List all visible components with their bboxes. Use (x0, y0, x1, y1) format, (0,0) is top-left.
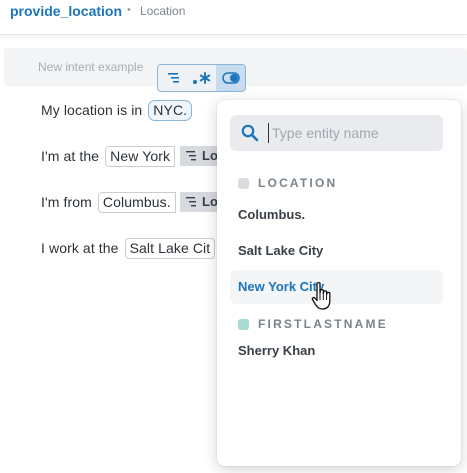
entity-picker-popup: LOCATION Columbus. Salt Lake City New Yo… (217, 100, 461, 466)
search-icon (241, 124, 259, 142)
entity-chip[interactable]: Salt Lake Cit (124, 238, 216, 259)
entity-tag-label: Lo (202, 148, 218, 163)
list-icon (186, 197, 196, 207)
breadcrumb[interactable]: Location (140, 4, 185, 18)
entity-option[interactable]: Sherry Khan (230, 334, 443, 368)
example-text: I'm at the (41, 148, 100, 164)
entity-tag-label: Lo (202, 194, 218, 209)
example-sentence[interactable]: I'm from Columbus. (41, 192, 176, 213)
entity-option[interactable]: Salt Lake City (230, 234, 443, 268)
hand-pointer-icon (311, 281, 331, 310)
location-color-swatch (238, 178, 249, 189)
toggle-icon (222, 72, 240, 84)
regex-annotation-button[interactable] (187, 65, 216, 91)
example-sentence[interactable]: I'm at the New York (41, 146, 176, 167)
entity-tag[interactable]: Lo (180, 192, 220, 212)
entity-tag[interactable]: Lo (180, 146, 220, 166)
entity-option[interactable]: New York City (230, 270, 443, 304)
list-annotation-button[interactable] (158, 65, 187, 91)
example-text: I work at the (41, 240, 119, 256)
entity-chip[interactable]: Columbus. (97, 192, 176, 213)
group-label-firstlastname: FIRSTLASTNAME (258, 317, 388, 331)
entity-search-input[interactable] (268, 123, 438, 143)
intent-header: provide_location • Location (0, 0, 467, 35)
intent-name-link[interactable]: provide_location (10, 3, 122, 19)
list-icon (186, 151, 196, 161)
annotation-toolbar (157, 64, 246, 92)
regex-icon (193, 72, 211, 84)
list-icon (168, 73, 179, 83)
new-example-placeholder: New intent example (38, 60, 144, 74)
prediction-annotation-button[interactable] (216, 65, 245, 91)
entity-search-box[interactable] (230, 115, 443, 151)
entity-chip[interactable]: NYC. (148, 100, 193, 121)
example-sentence[interactable]: I work at the Salt Lake Cit (41, 238, 216, 259)
group-label-location: LOCATION (258, 176, 338, 190)
breadcrumb-separator: • (127, 4, 131, 16)
example-text: My location is in (41, 102, 143, 118)
entity-chip[interactable]: New York (105, 146, 176, 167)
example-text: I'm from (41, 194, 92, 210)
firstlastname-color-swatch (238, 319, 249, 330)
example-sentence[interactable]: My location is in NYC. (41, 100, 193, 121)
entity-option[interactable]: Columbus. (230, 198, 443, 232)
